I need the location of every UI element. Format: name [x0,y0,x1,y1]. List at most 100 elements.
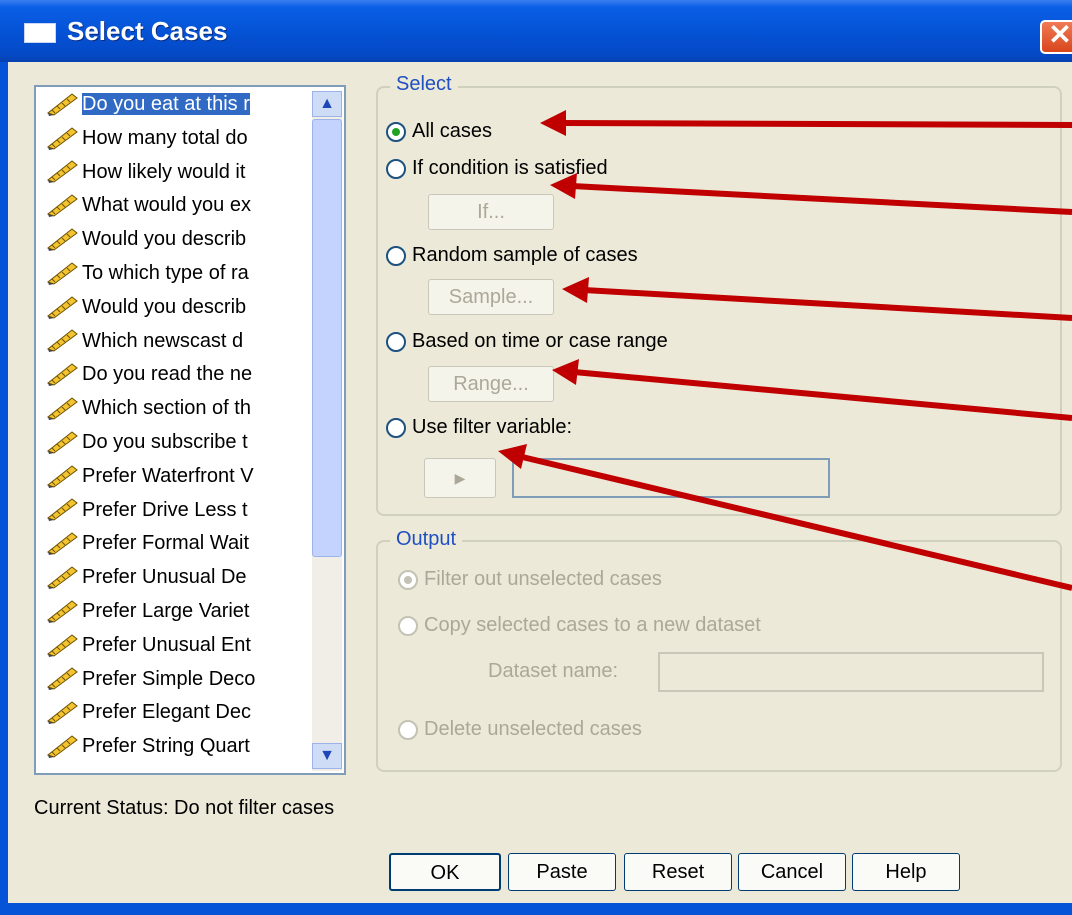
variable-label: Which newscast d [82,329,244,352]
variable-list-item[interactable]: How likely would it [46,157,316,187]
ruler-pencil-icon [46,93,80,117]
variable-list-item[interactable]: Which section of th [46,393,316,423]
time-range-label: Based on time or case range [412,330,668,352]
ruler-pencil-icon [46,498,80,522]
ruler-pencil-icon [46,262,80,286]
copy-selected-label: Copy selected cases to a new dataset [424,614,761,636]
variable-list-item[interactable]: Would you describ [46,224,316,254]
variable-label: Prefer Simple Deco [82,667,256,690]
variable-label: Would you describ [82,295,247,318]
ruler-pencil-icon [46,329,80,353]
window-frame-bottom [0,903,1072,915]
variable-list-item[interactable]: Do you eat at this r [46,89,316,119]
variable-list-item[interactable]: What would you ex [46,190,316,220]
ruler-pencil-icon [46,228,80,252]
variable-list-item[interactable]: Do you read the ne [46,359,316,389]
variable-list-item[interactable]: Prefer Elegant Dec [46,697,316,727]
scroll-thumb[interactable] [312,119,342,557]
variable-list-item[interactable]: Which newscast d [46,326,316,356]
select-cases-dialog: Select Cases ✕ Do you eat at this r How m… [0,0,1072,915]
random-sample-label: Random sample of cases [412,244,638,266]
title-bar[interactable]: Select Cases ✕ [0,0,1072,62]
variable-list-item[interactable]: To which type of ra [46,258,316,288]
reset-button[interactable]: Reset [624,853,732,891]
output-legend: Output [390,528,463,551]
variable-label: Would you describ [82,228,247,251]
range-button[interactable]: Range... [428,366,554,402]
random-sample-option[interactable]: Random sample of cases [386,240,638,270]
delete-unselected-radio[interactable] [398,719,418,740]
cancel-button[interactable]: Cancel [738,853,846,891]
copy-selected-radio[interactable] [398,615,418,636]
variable-list-item[interactable]: Prefer String Quart [46,731,316,761]
variable-label: Prefer Waterfront V [82,464,254,487]
all-cases-radio[interactable] [386,121,406,142]
all-cases-label: All cases [412,120,493,142]
variable-list-item[interactable]: Prefer Unusual De [46,562,316,592]
copy-selected-option[interactable]: Copy selected cases to a new dataset [398,610,761,640]
filter-variable-label: Use filter variable: [412,416,573,438]
ruler-pencil-icon [46,600,80,624]
variable-list-item[interactable]: Prefer Waterfront V [46,461,316,491]
window-title: Select Cases [67,16,228,46]
close-button[interactable]: ✕ [1040,20,1072,54]
variable-label: Do you subscribe t [82,431,248,453]
filter-variable-radio[interactable] [386,417,406,438]
ruler-pencil-icon [46,701,80,725]
variable-label: How many total do [82,126,248,149]
variable-label: To which type of ra [82,262,249,284]
all-cases-option[interactable]: All cases [386,116,492,146]
variable-label: How likely would it [82,160,246,183]
select-legend: Select [390,73,458,96]
variable-list-item[interactable]: Prefer Unusual Ent [46,630,316,660]
if-condition-radio[interactable] [386,158,406,179]
if-button[interactable]: If... [428,194,554,230]
variable-list-item[interactable]: Prefer Simple Deco [46,664,316,694]
ok-button[interactable]: OK [389,853,501,891]
ruler-pencil-icon [46,566,80,590]
variable-list-item[interactable]: How many total do [46,123,316,153]
time-range-radio[interactable] [386,331,406,352]
paste-button[interactable]: Paste [508,853,616,891]
filter-variable-field[interactable] [512,458,830,498]
variable-label: Prefer Elegant Dec [82,701,251,724]
variable-label: Do you read the ne [82,363,253,386]
variable-label: Do you eat at this r [82,93,250,115]
variable-label: Prefer Large Variet [82,600,250,622]
current-status: Current Status: Do not filter cases [34,797,335,819]
variable-list-item[interactable]: Prefer Formal Wait [46,528,316,558]
delete-unselected-option[interactable]: Delete unselected cases [398,714,642,744]
scroll-up-button[interactable]: ▲ [312,91,342,117]
window-frame-left [0,62,8,915]
variable-label: What would you ex [82,194,251,217]
variable-list-item[interactable]: Prefer Drive Less t [46,495,316,525]
variable-list-item[interactable]: Do you subscribe t [46,427,316,457]
ruler-pencil-icon [46,735,80,759]
variable-list-item[interactable]: Prefer Large Variet [46,596,316,626]
if-condition-option[interactable]: If condition is satisfied [386,153,608,183]
random-sample-radio[interactable] [386,245,406,266]
ruler-pencil-icon [46,397,80,421]
ruler-pencil-icon [46,194,80,218]
ruler-pencil-icon [46,667,80,691]
dataset-name-field[interactable] [658,652,1044,692]
variable-label: Which section of th [82,397,251,420]
ruler-pencil-icon [46,126,80,151]
scroll-down-button[interactable]: ▼ [312,743,342,769]
filter-out-label: Filter out unselected cases [424,568,662,590]
sample-button[interactable]: Sample... [428,279,554,315]
variable-label: Prefer Drive Less t [82,498,248,521]
variable-list-item[interactable]: Would you describ [46,292,316,322]
ruler-pencil-icon [46,464,80,489]
filter-out-option[interactable]: Filter out unselected cases [398,564,662,594]
help-button[interactable]: Help [852,853,960,891]
variable-list[interactable]: Do you eat at this r How many total do How… [34,85,346,775]
time-range-option[interactable]: Based on time or case range [386,326,668,356]
variable-label: Prefer Unusual De [82,566,247,589]
variable-label: Prefer String Quart [82,735,250,758]
dataset-name-label: Dataset name: [488,660,619,682]
ruler-pencil-icon [46,363,80,387]
filter-out-radio[interactable] [398,569,418,590]
move-variable-button[interactable]: ▶ [424,458,496,498]
filter-variable-option[interactable]: Use filter variable: [386,412,572,442]
